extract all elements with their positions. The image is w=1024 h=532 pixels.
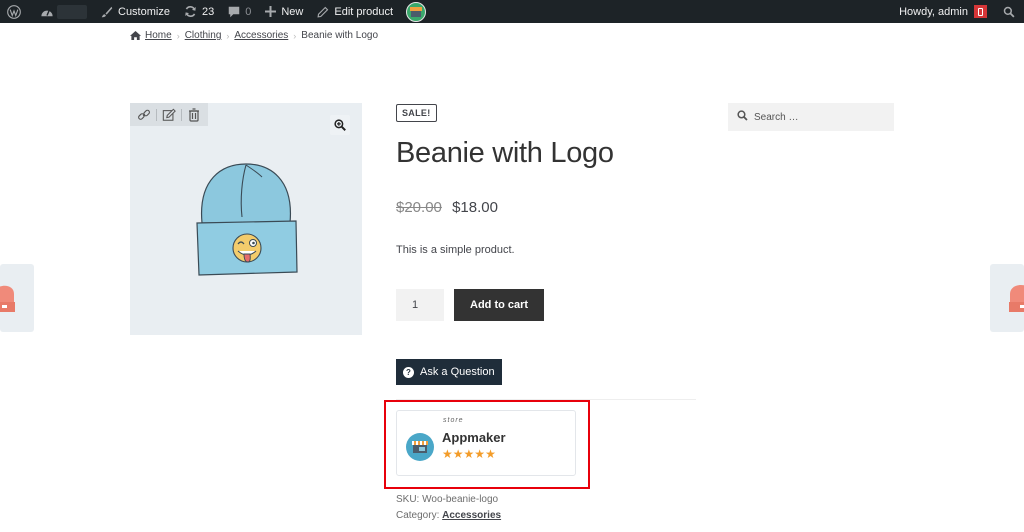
breadcrumb-separator: ›: [176, 30, 180, 41]
sale-badge: SALE!: [396, 104, 437, 122]
link-icon[interactable]: [133, 105, 155, 125]
updates-count: 23: [201, 5, 215, 18]
site-name-button[interactable]: [33, 0, 94, 23]
comment-icon: [228, 6, 240, 18]
new-content-button[interactable]: New: [258, 0, 310, 23]
breadcrumb-separator: ›: [226, 30, 230, 41]
product-meta: SKU: Woo-beanie-logo Category: Accessori…: [396, 492, 501, 524]
star-icon: ★: [452, 447, 464, 461]
updates-icon: [184, 5, 197, 18]
search-input[interactable]: [754, 111, 884, 123]
ask-question-label: Ask a Question: [420, 366, 495, 378]
store-card[interactable]: store Appmaker ★ ★ ★ ★ ★: [396, 410, 576, 476]
zoom-in-icon[interactable]: [330, 115, 350, 135]
home-icon: [130, 31, 141, 40]
store-logo-icon: [406, 433, 434, 461]
edit-product-button[interactable]: Edit product: [310, 0, 400, 23]
pencil-icon: [317, 6, 329, 18]
wordpress-logo-button[interactable]: [0, 0, 33, 23]
admin-bar: Customize 23 0 New Edit product Howdy, a…: [0, 0, 1024, 23]
store-type-label: store: [443, 417, 464, 424]
toolbar-divider: [181, 108, 183, 121]
category-label: Category:: [396, 510, 440, 521]
new-label: New: [281, 5, 304, 18]
product-price: $20.00 $18.00: [396, 199, 498, 216]
regular-price: $20.00: [396, 199, 442, 216]
sku-label: SKU:: [396, 494, 420, 505]
plugin-avatar-icon[interactable]: [406, 1, 427, 22]
toolbar-divider: [155, 108, 157, 121]
ask-question-button[interactable]: ? Ask a Question: [396, 359, 502, 385]
plus-icon: [265, 6, 277, 17]
site-name-redacted: [57, 4, 87, 19]
store-rating: ★ ★ ★ ★ ★: [442, 448, 496, 460]
product-summary: SALE! Beanie with Logo $20.00 $18.00 Thi…: [396, 103, 696, 400]
beanie-thumb-icon: [0, 285, 15, 312]
star-icon: ★: [463, 447, 475, 461]
next-product-thumbnail[interactable]: [990, 264, 1024, 332]
sale-price: $18.00: [452, 199, 498, 216]
search-widget: [728, 103, 894, 131]
breadcrumb-separator: ›: [293, 30, 297, 41]
beanie-thumb-icon: [1009, 285, 1024, 312]
wordpress-icon: [7, 4, 21, 19]
sku-value: Woo-beanie-logo: [422, 494, 499, 505]
brush-icon: [101, 6, 113, 18]
updates-button[interactable]: 23: [177, 0, 221, 23]
star-icon: ★: [474, 447, 486, 461]
customize-label: Customize: [118, 5, 170, 18]
user-avatar-icon: [974, 5, 987, 18]
store-name: Appmaker: [442, 430, 506, 445]
product-gallery: [130, 103, 362, 335]
question-circle-icon: ?: [403, 366, 414, 378]
edit-image-icon[interactable]: [158, 105, 180, 125]
image-edit-toolbar: [130, 103, 208, 126]
add-to-cart-button[interactable]: Add to cart: [454, 289, 545, 321]
previous-product-thumbnail[interactable]: [0, 264, 34, 332]
breadcrumb-current: Beanie with Logo: [301, 30, 379, 41]
comments-button[interactable]: 0: [221, 0, 258, 23]
beanie-product-image: [196, 163, 298, 276]
customize-button[interactable]: Customize: [94, 0, 177, 23]
edit-product-label: Edit product: [334, 5, 394, 18]
star-icon: ★: [485, 447, 496, 461]
greeting-label: Howdy, admin: [899, 5, 968, 18]
short-description: This is a simple product.: [396, 244, 515, 256]
sku-row: SKU: Woo-beanie-logo: [396, 492, 501, 508]
category-link[interactable]: Accessories: [442, 510, 501, 521]
trash-icon[interactable]: [183, 105, 205, 125]
breadcrumb-home[interactable]: Home: [145, 30, 172, 41]
breadcrumb-clothing[interactable]: Clothing: [185, 30, 222, 41]
breadcrumb-accessories[interactable]: Accessories: [234, 30, 288, 41]
quantity-input[interactable]: [396, 289, 444, 321]
dashboard-icon: [40, 6, 54, 18]
search-icon: [737, 108, 748, 126]
add-to-cart-form: Add to cart: [396, 289, 545, 321]
my-account-button[interactable]: Howdy, admin: [892, 0, 994, 23]
star-icon: ★: [442, 447, 453, 461]
breadcrumb: Home › Clothing › Accessories › Beanie w…: [130, 30, 378, 41]
admin-search-icon[interactable]: [994, 6, 1024, 18]
product-title: Beanie with Logo: [396, 137, 614, 169]
category-row: Category: Accessories: [396, 508, 501, 524]
comments-count: 0: [245, 5, 252, 18]
